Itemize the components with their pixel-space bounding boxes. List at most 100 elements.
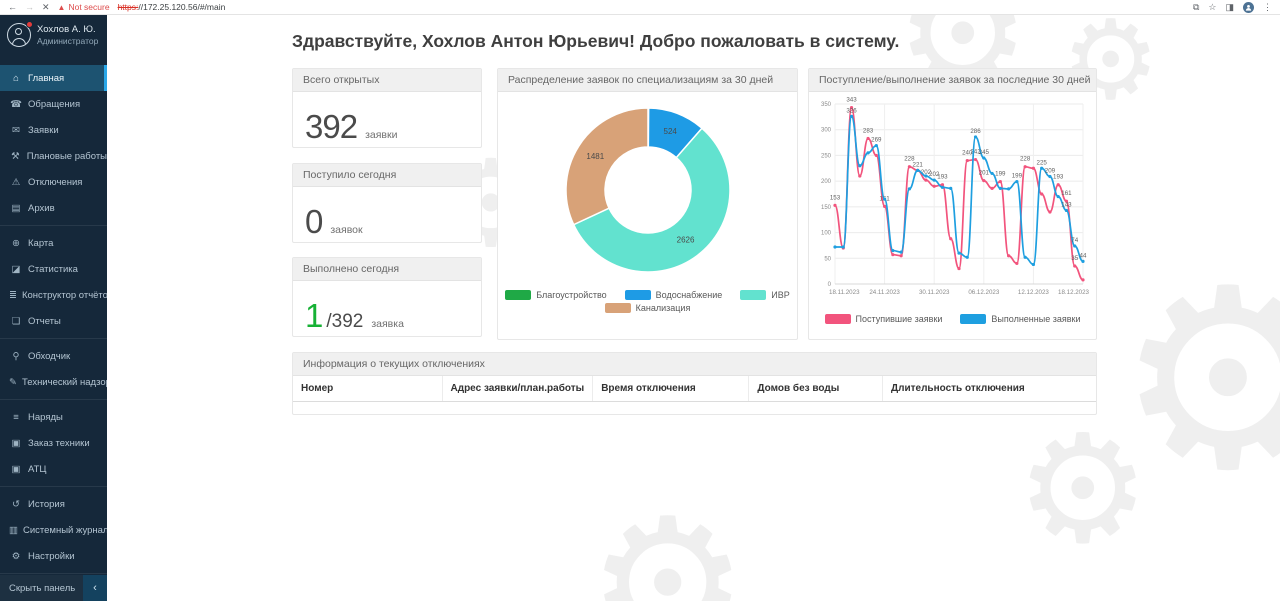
data-point[interactable] [1040,167,1043,170]
data-point[interactable] [933,179,936,182]
sidebar-item-settings[interactable]: ⚙Настройки [0,543,107,569]
forward-icon[interactable]: → [25,3,34,12]
data-point[interactable] [982,156,985,159]
data-point[interactable] [924,179,927,182]
data-point-label: 202 [929,171,940,178]
data-point[interactable] [875,154,878,157]
data-point[interactable] [1007,254,1010,257]
data-point[interactable] [1065,209,1068,212]
sidebar-item-reports[interactable]: ❏Отчеты [0,308,107,334]
sidebar-item-system-log[interactable]: ▥Системный журнал [0,517,107,543]
back-icon[interactable]: ← [8,3,17,12]
sidebar-item-requests[interactable]: ✉Заявки [0,117,107,143]
data-point[interactable] [1048,210,1051,213]
sidebar-item-archive[interactable]: ▤Архив [0,195,107,221]
sidebar-item-work-orders[interactable]: ≡Наряды [0,404,107,430]
data-point[interactable] [974,135,977,138]
data-point[interactable] [891,249,894,252]
legend-item[interactable]: ИВР [740,290,789,300]
data-point[interactable] [974,158,977,161]
sidebar-item-atc[interactable]: ▣АТЦ [0,456,107,482]
browser-menu-icon[interactable]: ⋮ [1263,3,1272,12]
data-point[interactable] [858,164,861,167]
data-point[interactable] [1040,192,1043,195]
data-point[interactable] [933,185,936,188]
donut-chart-legend: Благоустройство Водоснабжение ИВР [498,290,797,300]
data-point[interactable] [949,187,952,190]
data-point[interactable] [833,245,836,248]
sidebar-item-tech-supervision[interactable]: ✎Технический надзор [0,369,107,395]
sidebar-item-appeals[interactable]: ☎Обращения [0,91,107,117]
data-point[interactable] [1081,278,1084,281]
data-point[interactable] [949,237,952,240]
sidebar-item-main[interactable]: ⌂Главная [0,65,107,91]
data-point[interactable] [875,144,878,147]
legend-item[interactable]: Выполненные заявки [960,314,1080,324]
legend-item[interactable]: Поступившие заявки [825,314,943,324]
data-point[interactable] [1057,195,1060,198]
data-point[interactable] [957,267,960,270]
collapse-panel-button[interactable]: ‹ [83,575,107,601]
data-point[interactable] [1048,175,1051,178]
sidebar-item-outages[interactable]: ⚠Отключения [0,169,107,195]
legend-item[interactable]: Водоснабжение [625,290,723,300]
data-point[interactable] [1073,264,1076,267]
data-point[interactable] [966,256,969,259]
data-point[interactable] [1015,180,1018,183]
browser-profile-avatar[interactable] [1243,2,1254,13]
data-point[interactable] [858,174,861,177]
data-point[interactable] [999,180,1002,183]
data-point[interactable] [866,151,869,154]
data-point[interactable] [866,137,869,140]
data-point[interactable] [1057,183,1060,186]
not-secure-label[interactable]: Not secure [68,2,109,12]
data-point[interactable] [1081,260,1084,263]
data-point[interactable] [1073,244,1076,247]
data-point[interactable] [990,187,993,190]
data-point[interactable] [924,174,927,177]
stop-icon[interactable]: ✕ [42,3,50,12]
data-point[interactable] [842,245,845,248]
data-point[interactable] [966,159,969,162]
data-point[interactable] [999,187,1002,190]
data-point[interactable] [1032,263,1035,266]
data-point[interactable] [900,254,903,257]
data-point[interactable] [908,187,911,190]
sidebar-item-equipment-order[interactable]: ▣Заказ техники [0,430,107,456]
address-bar[interactable]: https://172.25.120.56/#/main [118,2,1193,12]
data-point[interactable] [941,186,944,189]
data-point[interactable] [1024,165,1027,168]
donut-slice-3[interactable] [566,108,648,225]
sidebar-item-report-builder[interactable]: ≣Конструктор отчётов [0,282,107,308]
sidebar-item-map[interactable]: ⊕Карта [0,230,107,256]
y-tick-label: 300 [821,128,832,134]
share-icon[interactable]: ⧉ [1193,3,1199,12]
data-point[interactable] [833,204,836,207]
data-point[interactable] [1024,256,1027,259]
data-point[interactable] [1032,167,1035,170]
data-point[interactable] [891,253,894,256]
data-point[interactable] [883,205,886,208]
data-point[interactable] [990,172,993,175]
data-point[interactable] [850,115,853,118]
not-secure-warning-icon: ▲ [58,3,66,12]
bookmark-star-icon[interactable]: ☆ [1208,3,1216,12]
data-point[interactable] [916,169,919,172]
legend-item[interactable]: Благоустройство [505,290,606,300]
history-icon: ↺ [9,499,23,510]
user-profile[interactable]: Хохлов А. Ю. Администратор [0,15,107,55]
data-point[interactable] [900,251,903,254]
sidebar-item-history[interactable]: ↺История [0,491,107,517]
data-point[interactable] [908,165,911,168]
sidebar-item-label: Статистика [28,264,78,275]
data-point[interactable] [1015,262,1018,265]
data-point[interactable] [957,252,960,255]
sidebar-item-statistics[interactable]: ◪Статистика [0,256,107,282]
data-point[interactable] [1007,187,1010,190]
data-point[interactable] [982,179,985,182]
data-point[interactable] [883,198,886,201]
side-panel-icon[interactable]: ◨ [1225,3,1234,12]
legend-item[interactable]: Канализация [605,303,691,313]
sidebar-item-walker[interactable]: ⚲Обходчик [0,343,107,369]
sidebar-item-planned-works[interactable]: ⚒Плановые работы [0,143,107,169]
